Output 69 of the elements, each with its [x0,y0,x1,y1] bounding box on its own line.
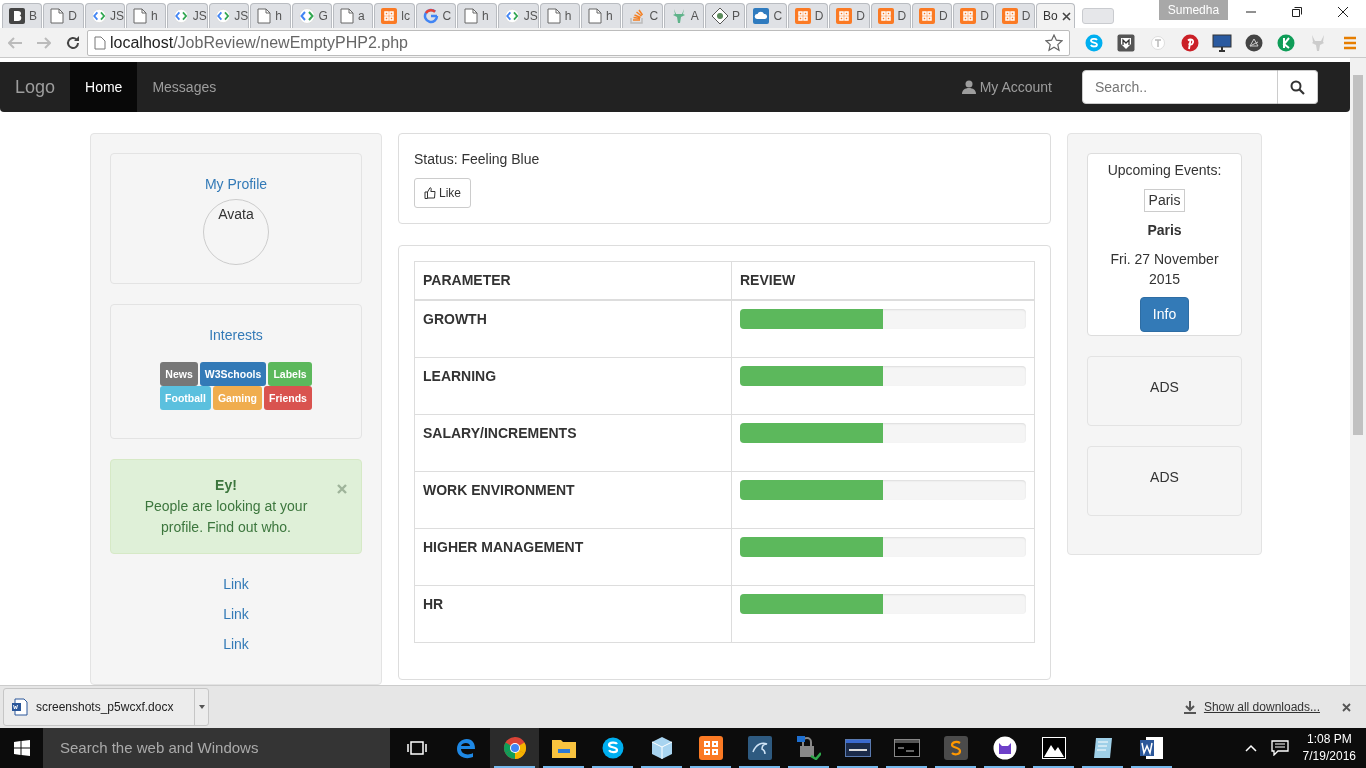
taskbar-clock[interactable]: 1:08 PM 7/19/2016 [1302,731,1356,765]
events-heading: Upcoming Events: [1106,161,1223,180]
link[interactable]: Link [223,576,249,592]
parameter-cell: GROWTH [414,300,732,357]
like-button[interactable]: Like [414,178,471,208]
avatar-alt-text: Avata [218,205,254,224]
profile-heading: My Profile [203,175,269,194]
brand-logo[interactable]: Logo [0,62,71,112]
status-text: Status: Feeling Blue [414,150,541,169]
account-link[interactable]: My Account [946,62,1082,112]
link[interactable]: Link [223,636,249,652]
parameter-cell: WORK ENVIRONMENT [414,471,732,528]
taskbar-search-field[interactable]: Search the web and Windows [43,728,390,768]
search-field[interactable]: Search.. [1082,70,1278,104]
tag: Labels [268,362,312,386]
parameter-cell: LEARNING [414,357,732,414]
browser-tab[interactable]: A [663,3,705,28]
browser-tab[interactable]: JS [498,3,539,28]
info-button[interactable]: Info [1139,297,1190,332]
browser-tab[interactable]: a [332,3,374,28]
browser-tab[interactable]: h [250,3,291,28]
browser-tab[interactable]: h [456,3,498,28]
image-alt-text: Paris [1148,192,1181,208]
browser-tab[interactable]: B [2,3,43,28]
browser-tab[interactable]: lc [374,3,415,28]
url-text: localhost/JobReview/newEmptyPHP2.php [110,32,408,53]
ad-label: ADS [1150,469,1179,485]
column-header: REVIEW [731,261,1035,300]
browser-tab[interactable]: D [787,3,829,28]
download-filename: screenshots_p5wcxf.docx [36,699,174,716]
browser-tab[interactable]: P [705,3,746,28]
ad-label: ADS [1150,379,1179,395]
browser-tab[interactable]: D [953,3,994,28]
browser-tab[interactable]: D [870,3,911,28]
browser-tab[interactable]: h [581,3,622,28]
tag: News [160,362,198,386]
interests-heading: Interests [208,326,264,345]
browser-tab[interactable]: D [994,3,1035,28]
event-date: Fri. 27 November 2015 [1109,250,1220,289]
tag: Gaming [212,386,262,410]
browser-tab[interactable]: h [539,3,581,28]
browser-tab[interactable]: C [415,3,456,28]
browser-tab[interactable]: JS [84,3,126,28]
tag: Football [160,386,211,410]
browser-tab[interactable]: D [43,3,84,28]
browser-tab[interactable]: JS [167,3,208,28]
browser-tab[interactable]: h [126,3,167,28]
alert-title: Ey! [214,476,238,495]
event-name: Paris [1146,221,1183,240]
column-header: PARAMETER [414,261,732,300]
browser-tab[interactable]: D [829,3,870,28]
parameter-cell: SALARY/INCREMENTS [414,414,732,471]
address-bar[interactable]: localhost/JobReview/newEmptyPHP2.php [87,29,1070,56]
tag: Friends [264,386,312,410]
show-all-downloads-link[interactable]: Show all downloads... [1203,698,1320,716]
browser-tab[interactable]: G [291,3,332,28]
browser-tab[interactable]: JS [208,3,250,28]
alert-message: People are looking at your profile. Find out who. [143,497,309,537]
browser-tab[interactable]: C [746,3,787,28]
tag: W3Schools [199,362,267,386]
browser-tab[interactable]: C [622,3,663,28]
download-item[interactable]: screenshots_p5wcxf.docx [3,688,209,726]
link[interactable]: Link [223,606,249,622]
nav-link[interactable]: Messages [137,62,232,112]
parameter-cell: HIGHER MANAGEMENT [414,528,732,585]
browser-tab[interactable]: Bo [1036,3,1076,28]
browser-tab[interactable]: D [911,3,953,28]
nav-link[interactable]: Home [70,62,138,112]
parameter-cell: HR [414,585,732,642]
